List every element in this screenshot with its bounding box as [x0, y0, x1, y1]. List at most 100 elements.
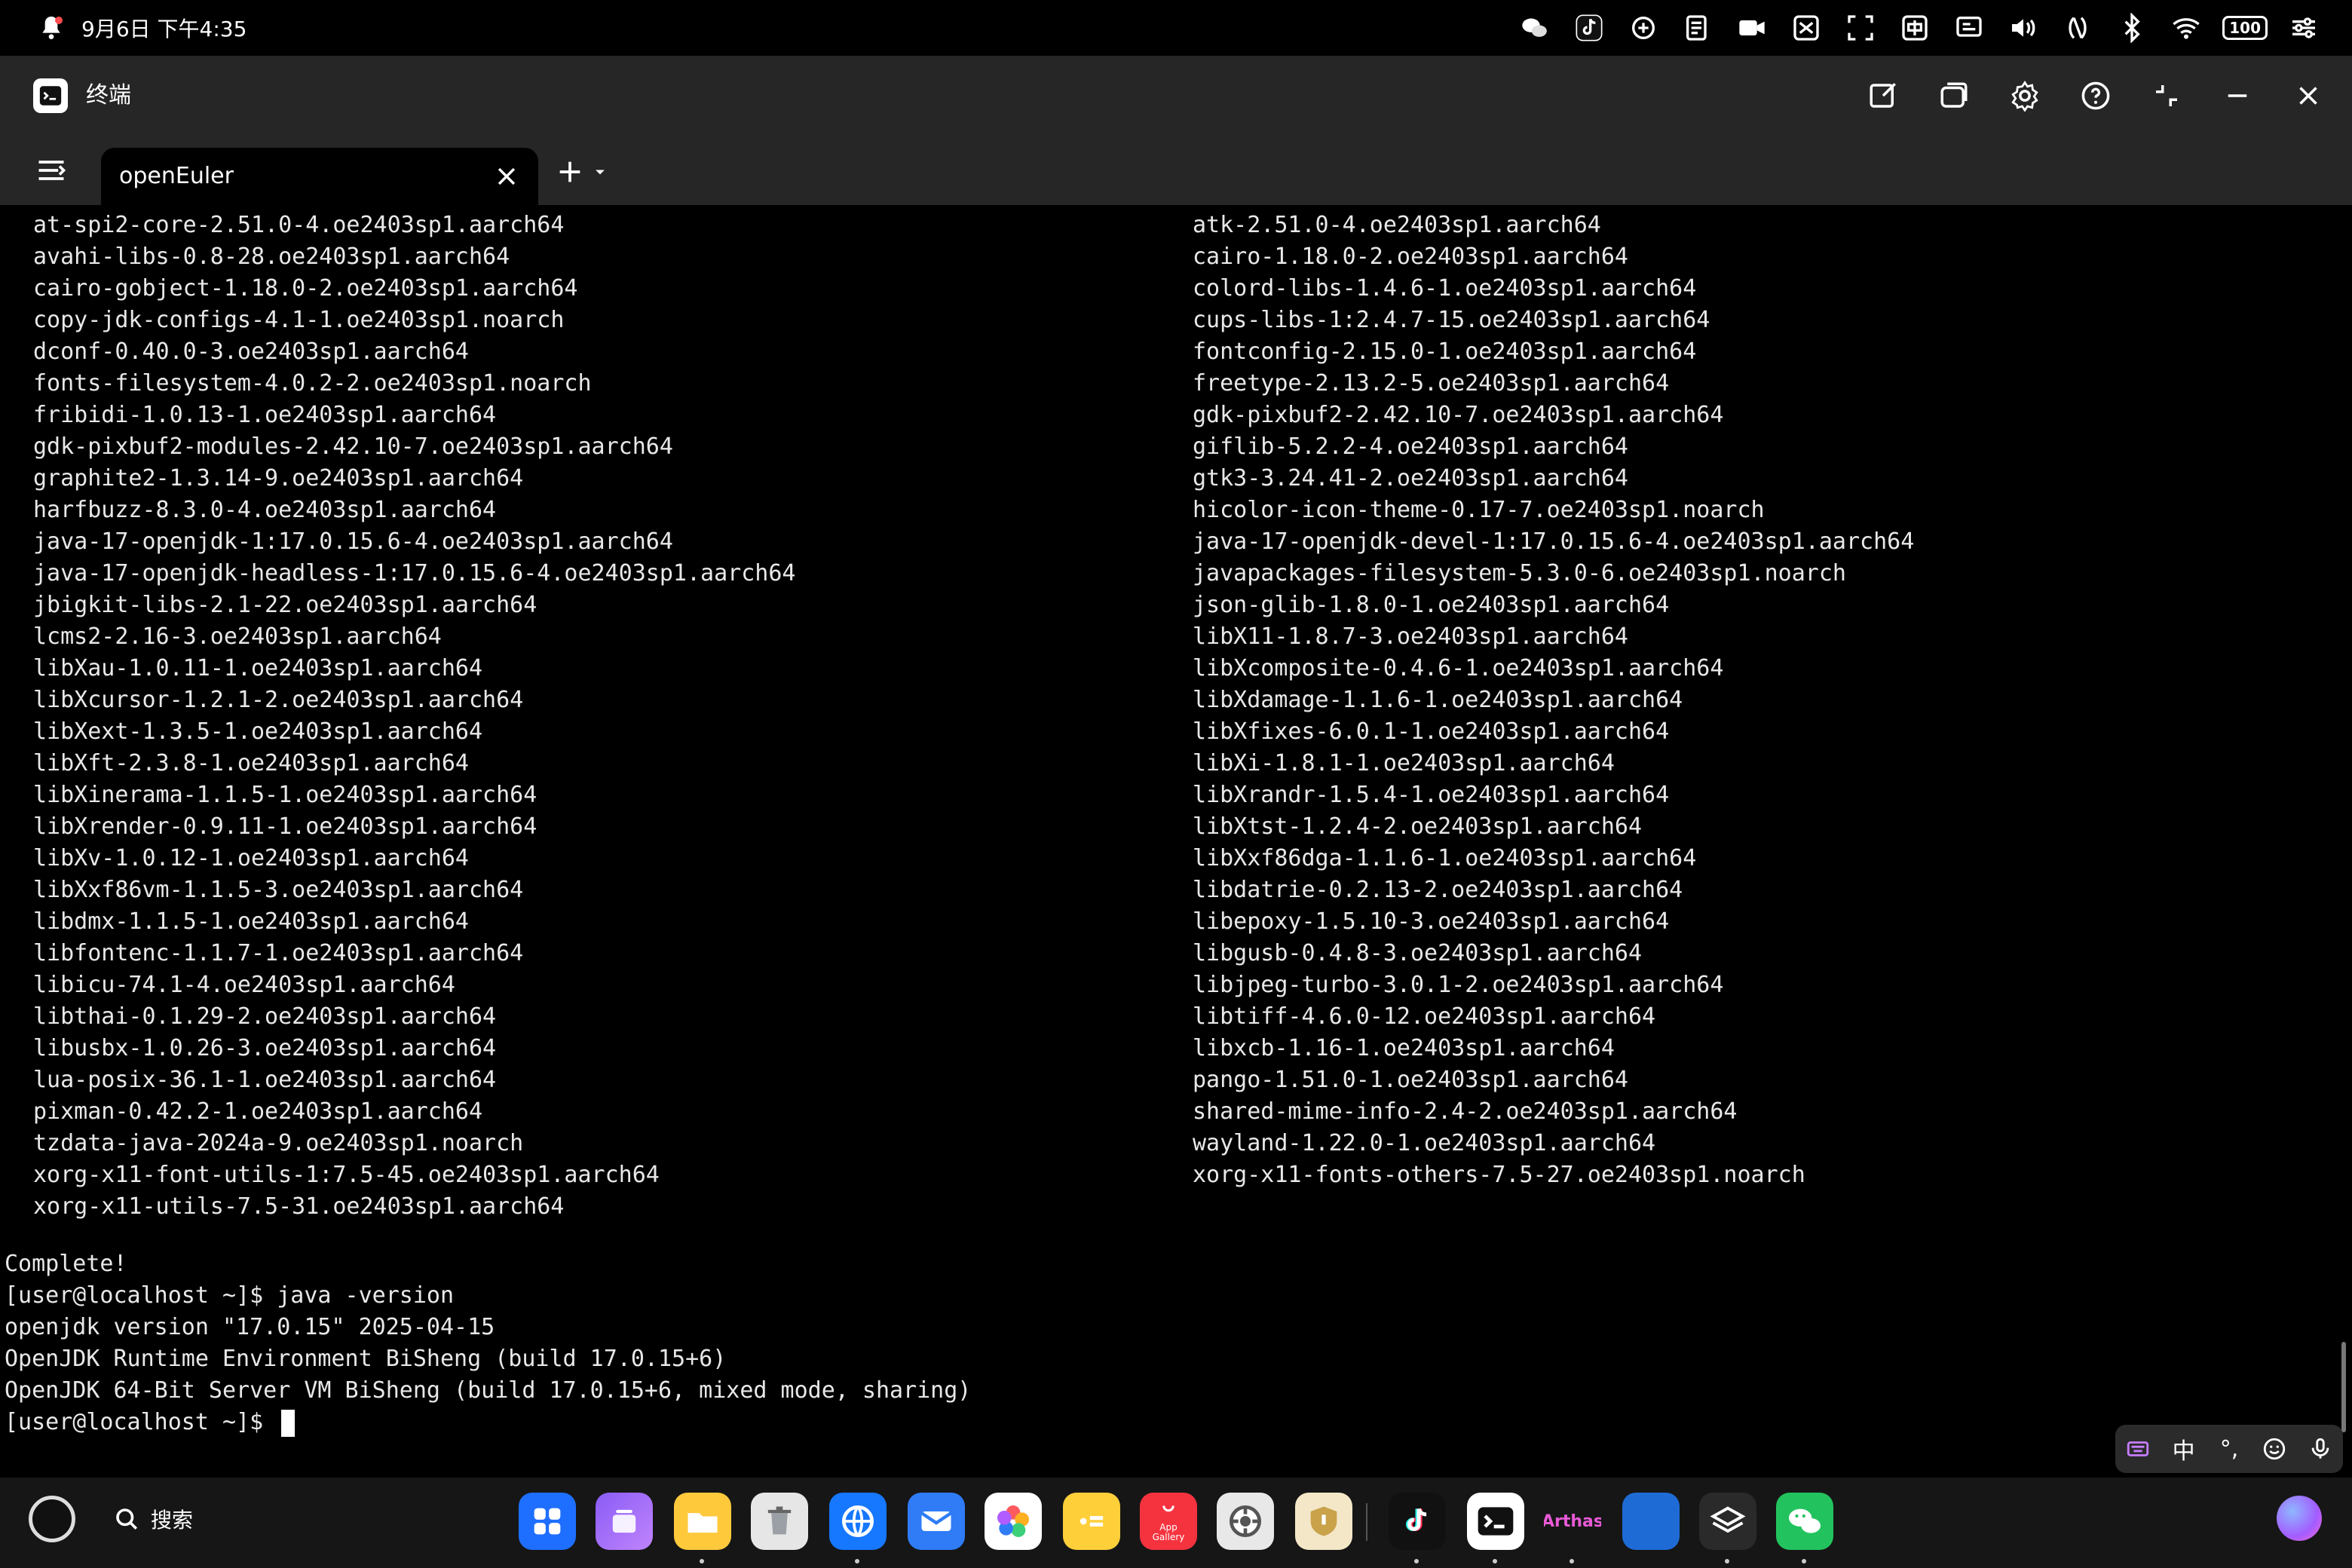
installed-package-line: libXdamage-1.1.6-1.oe2403sp1.aarch64	[1193, 687, 1683, 713]
installed-package-line: xorg-x11-font-utils-1:7.5-45.oe2403sp1.a…	[33, 1162, 660, 1188]
installed-package-line: xorg-x11-utils-7.5-31.oe2403sp1.aarch64	[33, 1193, 565, 1220]
terminal-line: OpenJDK 64-Bit Server VM BiSheng (build …	[5, 1377, 972, 1404]
wechat-app-icon[interactable]	[1776, 1493, 1833, 1550]
caret-down-icon[interactable]	[593, 164, 608, 179]
installed-package-line: libxcb-1.16-1.oe2403sp1.aarch64	[1193, 1035, 1615, 1061]
terminal-output[interactable]: at-spi2-core-2.51.0-4.oe2403sp1.aarch64 a…	[0, 205, 2352, 1478]
files-icon[interactable]	[674, 1493, 731, 1550]
installed-package-line: libXinerama-1.1.5-1.oe2403sp1.aarch64	[33, 782, 537, 808]
sidebar-menu-icon[interactable]	[30, 149, 72, 191]
home-button[interactable]	[29, 1496, 75, 1542]
restore-icon[interactable]	[2145, 75, 2188, 117]
appgallery-icon[interactable]: App Gallery	[1140, 1493, 1197, 1550]
running-indicator	[1802, 1559, 1806, 1563]
arthas-app-icon[interactable]: Arthas	[1544, 1493, 1601, 1550]
volume-icon	[2005, 10, 2041, 46]
minimize-icon[interactable]	[2216, 75, 2259, 117]
settings-gear-icon[interactable]	[2004, 75, 2046, 117]
new-tab-button[interactable]	[555, 151, 608, 193]
installed-package-line: libXxf86dga-1.1.6-1.oe2403sp1.aarch64	[1193, 845, 1697, 871]
terminal-prompt-line[interactable]: [user@localhost ~]$	[5, 1407, 971, 1438]
edit-icon[interactable]	[1862, 75, 1904, 117]
installed-package-line: libicu-74.1-4.oe2403sp1.aarch64	[33, 972, 455, 998]
installed-package-line: java-17-openjdk-devel-1:17.0.15.6-4.oe24…	[1193, 528, 1915, 555]
tab-label: openEuler	[119, 163, 234, 189]
installed-package-line: libgusb-0.4.8-3.oe2403sp1.aarch64	[1193, 940, 1643, 966]
installed-package-line: pango-1.51.0-1.oe2403sp1.aarch64	[1193, 1067, 1628, 1093]
installed-package-line: libusbx-1.0.26-3.oe2403sp1.aarch64	[33, 1035, 497, 1061]
installed-package-line: libXi-1.8.1-1.oe2403sp1.aarch64	[1193, 750, 1615, 776]
gallery-icon[interactable]	[985, 1493, 1042, 1550]
emoji-icon[interactable]	[2256, 1430, 2293, 1468]
input-method-icon	[1897, 10, 1933, 46]
installed-package-line: fribidi-1.0.13-1.oe2403sp1.aarch64	[33, 402, 497, 428]
new-window-icon[interactable]	[1933, 75, 1975, 117]
installed-package-line: at-spi2-core-2.51.0-4.oe2403sp1.aarch64	[33, 212, 565, 238]
package-list-right: atk-2.51.0-4.oe2403sp1.aarch64 cairo-1.18…	[1193, 210, 1914, 1191]
installed-package-line: cups-libs-1:2.4.7-15.oe2403sp1.aarch64	[1193, 307, 1710, 333]
tab-openeuler[interactable]: openEuler	[101, 148, 538, 205]
status-datetime: 9月6日 下午4:35	[81, 17, 247, 41]
terminal-line: [user@localhost ~]$ java -version	[5, 1282, 455, 1309]
installed-package-line: avahi-libs-0.8-28.oe2403sp1.aarch64	[33, 243, 510, 270]
tab-close-icon[interactable]	[490, 160, 523, 193]
ime-language-toggle[interactable]: 中	[2165, 1430, 2203, 1468]
wifi-icon	[2168, 10, 2204, 46]
mail-icon[interactable]	[908, 1493, 965, 1550]
installed-package-line: pixman-0.42.2-1.oe2403sp1.aarch64	[33, 1098, 483, 1125]
installed-package-line: fonts-filesystem-4.0.2-2.oe2403sp1.noarc…	[33, 370, 592, 397]
running-indicator	[855, 1559, 859, 1563]
recycle-bin-icon[interactable]	[751, 1493, 808, 1550]
control-center-icon[interactable]	[2286, 10, 2322, 46]
multitask-icon[interactable]	[596, 1493, 653, 1550]
assistant-orb-icon[interactable]	[2277, 1496, 2322, 1541]
security-app-icon[interactable]	[1295, 1493, 1352, 1550]
microphone-icon[interactable]	[2301, 1430, 2339, 1468]
search-icon	[116, 1508, 138, 1530]
help-icon[interactable]	[2075, 75, 2117, 117]
app-center-icon[interactable]	[519, 1493, 576, 1550]
settings-app-icon[interactable]	[1217, 1493, 1274, 1550]
installed-package-line: libXau-1.0.11-1.oe2403sp1.aarch64	[33, 655, 483, 681]
tab-bar: openEuler	[0, 136, 2352, 205]
window-titlebar: 终端	[0, 56, 2352, 137]
notes-app-icon[interactable]	[1063, 1493, 1120, 1550]
installed-package-line: graphite2-1.3.14-9.oe2403sp1.aarch64	[33, 465, 524, 492]
terminal-scrollbar[interactable]	[2341, 1342, 2346, 1432]
installed-package-line: fontconfig-2.15.0-1.oe2403sp1.aarch64	[1193, 338, 1697, 365]
installed-package-line: lua-posix-36.1-1.oe2403sp1.aarch64	[33, 1067, 497, 1093]
installed-package-line: copy-jdk-configs-4.1-1.oe2403sp1.noarch	[33, 307, 565, 333]
installed-package-line: java-17-openjdk-1:17.0.15.6-4.oe2403sp1.…	[33, 528, 673, 555]
installed-package-line: javapackages-filesystem-5.3.0-6.oe2403sp…	[1193, 560, 1846, 586]
installed-package-line: freetype-2.13.2-5.oe2403sp1.aarch64	[1193, 370, 1670, 397]
installed-package-line: gdk-pixbuf2-modules-2.42.10-7.oe2403sp1.…	[33, 433, 673, 460]
keyboard-icon[interactable]	[2119, 1430, 2157, 1468]
tiktok-icon	[1571, 10, 1607, 46]
layers-app-icon[interactable]	[1699, 1493, 1756, 1550]
projection-icon	[1951, 10, 1987, 46]
installed-package-line: tzdata-java-2024a-9.oe2403sp1.noarch	[33, 1130, 524, 1156]
installed-package-line: libXv-1.0.12-1.oe2403sp1.aarch64	[33, 845, 469, 871]
installed-package-line: libXcomposite-0.4.6-1.oe2403sp1.aarch64	[1193, 655, 1724, 681]
installed-package-line: json-glib-1.8.0-1.oe2403sp1.aarch64	[1193, 592, 1670, 618]
installed-package-line: libXrandr-1.5.4-1.oe2403sp1.aarch64	[1193, 782, 1670, 808]
running-indicator	[1493, 1559, 1497, 1563]
wechat-icon	[1517, 10, 1553, 46]
blue-app-icon[interactable]	[1622, 1493, 1680, 1550]
shell-prompt: [user@localhost ~]$	[5, 1409, 277, 1435]
installed-package-line: java-17-openjdk-headless-1:17.0.15.6-4.o…	[33, 560, 796, 586]
dock-search-button[interactable]: 搜索	[113, 1496, 193, 1542]
notification-bell-icon[interactable]	[33, 10, 69, 46]
ime-punctuation-toggle[interactable]: °,	[2210, 1430, 2248, 1468]
close-window-icon[interactable]	[2287, 75, 2329, 117]
bluetooth-icon	[2114, 10, 2150, 46]
tiktok-app-icon[interactable]	[1389, 1493, 1446, 1550]
terminal-line: openjdk version "17.0.15" 2025-04-15	[5, 1314, 495, 1340]
installed-package-line: libjpeg-turbo-3.0.1-2.oe2403sp1.aarch64	[1193, 972, 1724, 998]
installed-package-line: shared-mime-info-2.4-2.oe2403sp1.aarch64	[1193, 1098, 1738, 1125]
running-indicator	[1725, 1559, 1729, 1563]
terminal-dock-icon[interactable]	[1467, 1493, 1524, 1550]
appgallery-label: App Gallery	[1152, 1522, 1185, 1542]
browser-icon[interactable]	[829, 1493, 887, 1550]
installed-package-line: gtk3-3.24.41-2.oe2403sp1.aarch64	[1193, 465, 1628, 492]
